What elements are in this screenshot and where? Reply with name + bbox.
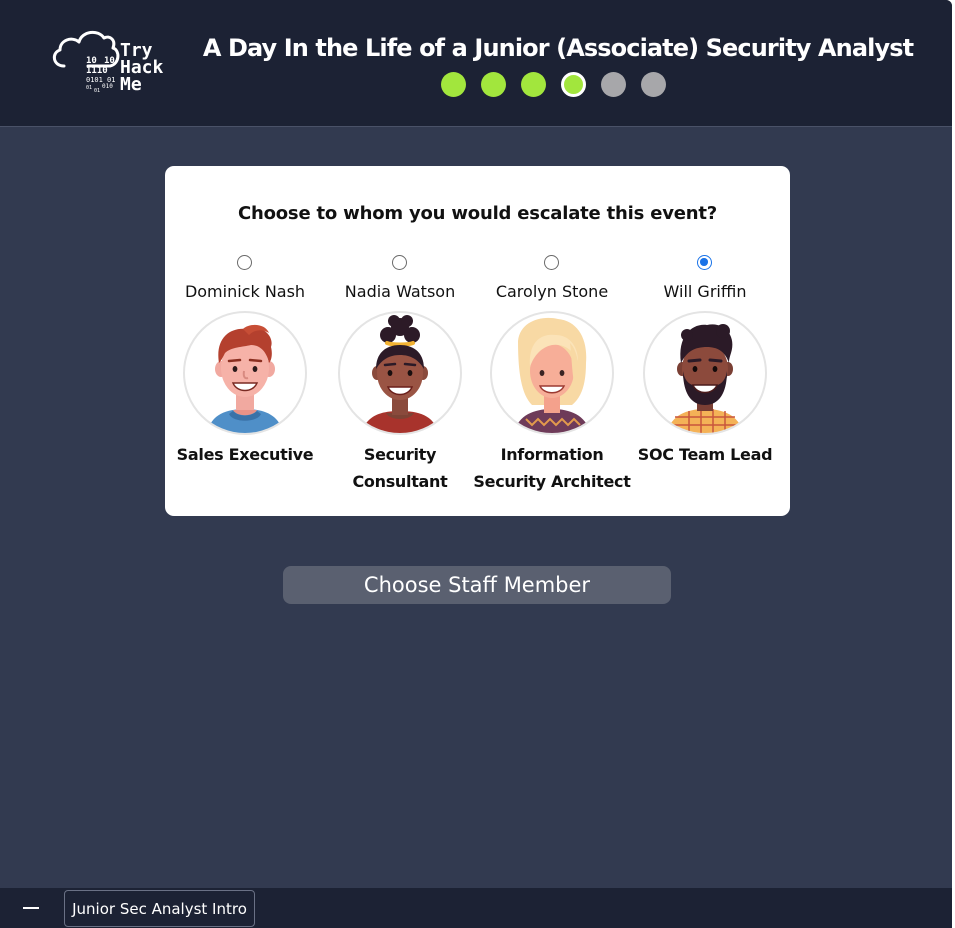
progress-step-2: [481, 72, 506, 97]
radio-will-griffin[interactable]: [697, 255, 712, 270]
svg-text:01: 01: [94, 88, 100, 94]
taskbar: Junior Sec Analyst Intro: [0, 888, 952, 928]
minimize-icon[interactable]: [14, 894, 48, 922]
man-avatar-icon[interactable]: [183, 311, 307, 435]
svg-text:10: 10: [86, 56, 97, 66]
staff-name: Will Griffin: [663, 282, 747, 301]
svg-text:1110: 1110: [86, 66, 108, 76]
man-bearded-avatar-icon[interactable]: [643, 311, 767, 435]
staff-role: SOC Team Lead: [637, 445, 773, 464]
radio-nadia-watson[interactable]: [392, 255, 407, 270]
progress-step-3: [521, 72, 546, 97]
progress-step-6: [641, 72, 666, 97]
svg-text:0101: 0101: [86, 76, 103, 84]
woman-curly-hair-avatar-icon[interactable]: [338, 311, 462, 435]
taskbar-tab-junior-sec-analyst-intro[interactable]: Junior Sec Analyst Intro: [64, 890, 255, 927]
app-window: 10 10 1110 0101 01 01 010 01 Try Hack Me…: [0, 0, 952, 928]
logo-word-me: Me: [120, 74, 142, 95]
progress-step-1: [441, 72, 466, 97]
staff-option-carolyn-stone[interactable]: Carolyn Stone Information Security Archi…: [473, 166, 631, 516]
staff-option-dominick-nash[interactable]: Dominick Nash Sales Executive: [169, 166, 321, 516]
header: 10 10 1110 0101 01 01 010 01 Try Hack Me…: [0, 0, 952, 127]
svg-text:10: 10: [104, 56, 115, 66]
svg-text:010: 010: [102, 83, 113, 90]
logo-wordmark: Try Hack Me: [120, 42, 163, 95]
progress-step-4-current: [561, 72, 586, 97]
staff-role: Sales Executive: [176, 445, 314, 464]
staff-role: Information Security Architect: [473, 445, 631, 491]
progress-indicator: [441, 72, 666, 99]
radio-dominick-nash[interactable]: [237, 255, 252, 270]
radio-carolyn-stone[interactable]: [544, 255, 559, 270]
svg-text:01: 01: [86, 85, 92, 91]
woman-blonde-avatar-icon[interactable]: [490, 311, 614, 435]
choose-staff-member-button[interactable]: Choose Staff Member: [283, 566, 671, 604]
staff-option-will-griffin[interactable]: Will Griffin SOC Team Lead: [629, 166, 781, 516]
staff-option-nadia-watson[interactable]: Nadia Watson Security Consultant: [324, 166, 476, 516]
staff-role: Security Consultant: [352, 445, 448, 491]
progress-step-5: [601, 72, 626, 97]
escalation-card: Choose to whom you would escalate this e…: [165, 166, 790, 516]
page-title: A Day In the Life of a Junior (Associate…: [202, 34, 914, 62]
